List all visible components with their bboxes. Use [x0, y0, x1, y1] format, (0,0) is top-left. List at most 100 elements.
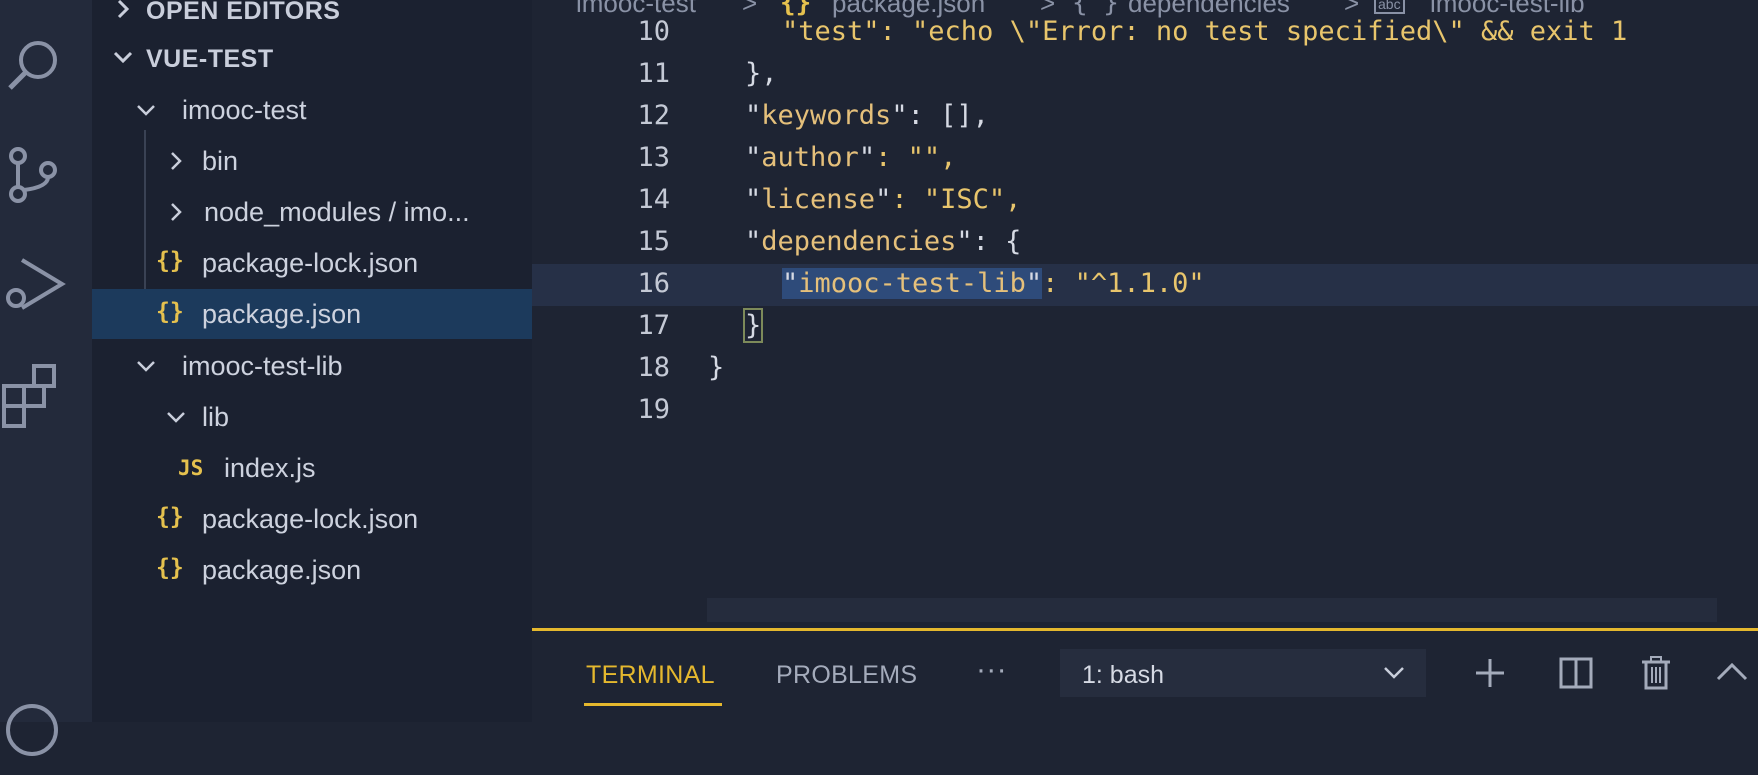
extensions-icon[interactable] [0, 360, 70, 430]
tree-folder-lib[interactable]: lib [92, 392, 532, 442]
code-line: 14 "license": "ISC", [532, 180, 1758, 222]
line-number: 12 [637, 100, 670, 131]
json-file-icon: {} [156, 504, 184, 530]
code-line: 15 "dependencies": { [532, 222, 1758, 264]
chevron-down-icon [137, 361, 155, 372]
line-text: "imooc-test-lib": "^1.1.0" [782, 268, 1205, 299]
tree-label: package-lock.json [202, 504, 419, 534]
tree-folder-node-modules[interactable]: node_modules / imo... [92, 187, 532, 237]
new-terminal-button[interactable] [1470, 653, 1510, 693]
trash-icon [1642, 656, 1670, 690]
search-icon[interactable] [0, 30, 70, 100]
line-text: }, [745, 58, 778, 89]
split-icon [1559, 657, 1593, 689]
json-rest: : { [972, 226, 1022, 257]
line-number: 18 [637, 352, 670, 383]
more-actions-icon[interactable]: ··· [976, 653, 1007, 687]
terminal-select-value: 1: bash [1082, 661, 1165, 689]
json-rest: : "ISC", [891, 184, 1022, 215]
code-line: 18 } [532, 348, 1758, 390]
json-file-icon: {} [156, 555, 184, 581]
code-line: 13 "author": "", [532, 138, 1758, 180]
tree-label: bin [202, 146, 239, 176]
code-line: 11 }, [532, 54, 1758, 96]
maximize-panel-button[interactable] [1712, 653, 1752, 693]
json-key: author [761, 142, 859, 173]
tree-file-package-lock-json[interactable]: {} package-lock.json [92, 238, 532, 288]
tree-label: imooc-test-lib [182, 351, 343, 381]
workspace-label: VUE-TEST [146, 45, 274, 73]
chevron-right-icon [171, 203, 182, 221]
code-editor[interactable]: imooc-test > {} package.json > { } depen… [532, 0, 1758, 632]
active-tab-indicator [584, 703, 722, 706]
tree-file-package-json[interactable]: {} package.json [92, 545, 532, 595]
chevron-up-icon [1716, 662, 1748, 681]
bottom-panel: TERMINAL PROBLEMS ··· 1: bash [532, 628, 1758, 725]
js-file-icon: JS [178, 456, 204, 480]
code-line: 10 "test": "echo \"Error: no test specif… [532, 12, 1758, 54]
line-text: } [742, 308, 764, 343]
chevron-down-icon [113, 51, 133, 64]
json-rest: : [], [907, 100, 989, 131]
json-key: dependencies [761, 226, 957, 257]
tree-folder-imooc-test-lib[interactable]: imooc-test-lib [92, 341, 532, 391]
tree-folder-imooc-test[interactable]: imooc-test [92, 85, 532, 135]
open-editors-label: OPEN EDITORS [146, 0, 341, 25]
terminal-select[interactable]: 1: bash [1060, 649, 1426, 697]
json-rest: : "", [875, 142, 957, 173]
tree-file-package-json[interactable]: {} package.json [92, 289, 532, 339]
split-terminal-button[interactable] [1556, 653, 1596, 693]
code-line: 17 } [532, 306, 1758, 348]
plus-icon [1476, 659, 1504, 687]
run-debug-icon[interactable] [0, 250, 70, 320]
explorer-sidebar: OPEN EDITORS VUE-TEST imooc-test bin nod… [92, 0, 532, 722]
horizontal-scrollbar[interactable] [707, 598, 1717, 622]
json-key: imooc-test-lib [798, 268, 1026, 299]
json-key: license [761, 184, 876, 215]
line-number: 11 [637, 58, 670, 89]
source-control-icon[interactable] [0, 140, 70, 210]
account-icon[interactable] [0, 700, 70, 770]
kill-terminal-button[interactable] [1636, 653, 1676, 693]
tab-problems[interactable]: PROBLEMS [776, 661, 917, 690]
chevron-down-icon [1384, 667, 1404, 679]
tree-label: package.json [202, 555, 362, 585]
code-line-current: 16 "imooc-test-lib": "^1.1.0" [532, 264, 1758, 306]
line-number: 15 [637, 226, 670, 257]
line-text: "license": "ISC", [745, 184, 1022, 215]
chevron-down-icon [137, 105, 155, 116]
line-number: 19 [637, 394, 670, 425]
tree-label: lib [202, 402, 230, 432]
line-number: 10 [637, 16, 670, 47]
tree-label: node_modules / imo... [204, 197, 470, 227]
workspace-header[interactable]: VUE-TEST [92, 36, 532, 80]
json-file-icon: {} [156, 299, 184, 325]
chevron-right-icon [171, 152, 182, 170]
tree-label: package-lock.json [202, 248, 419, 278]
line-text: "author": "", [745, 142, 957, 173]
code-line: 19 [532, 390, 1758, 432]
chevron-right-icon [117, 0, 130, 19]
json-file-icon: {} [156, 248, 184, 274]
tree-folder-bin[interactable]: bin [92, 136, 532, 186]
tree-file-index-js[interactable]: JS index.js [92, 443, 532, 493]
activity-bar [0, 0, 92, 756]
open-editors-header[interactable]: OPEN EDITORS [92, 0, 532, 32]
tab-terminal[interactable]: TERMINAL [586, 661, 715, 690]
code-line: 12 "keywords": [], [532, 96, 1758, 138]
line-text: } [708, 352, 725, 383]
line-number: 17 [637, 310, 670, 341]
tree-label: index.js [224, 453, 316, 483]
line-text: "keywords": [], [745, 100, 989, 131]
line-text: "dependencies": { [745, 226, 1022, 257]
line-number: 13 [637, 142, 670, 173]
tree-file-package-lock-json[interactable]: {} package-lock.json [92, 494, 532, 544]
line-number: 14 [637, 184, 670, 215]
json-rest: : "^1.1.0" [1042, 268, 1205, 299]
tree-label: package.json [202, 299, 362, 329]
chevron-down-icon [167, 412, 185, 423]
json-key: keywords [761, 100, 892, 131]
line-number: 16 [637, 268, 670, 299]
tree-label: imooc-test [182, 95, 307, 125]
line-text: "test": "echo \"Error: no test specified… [782, 16, 1628, 47]
